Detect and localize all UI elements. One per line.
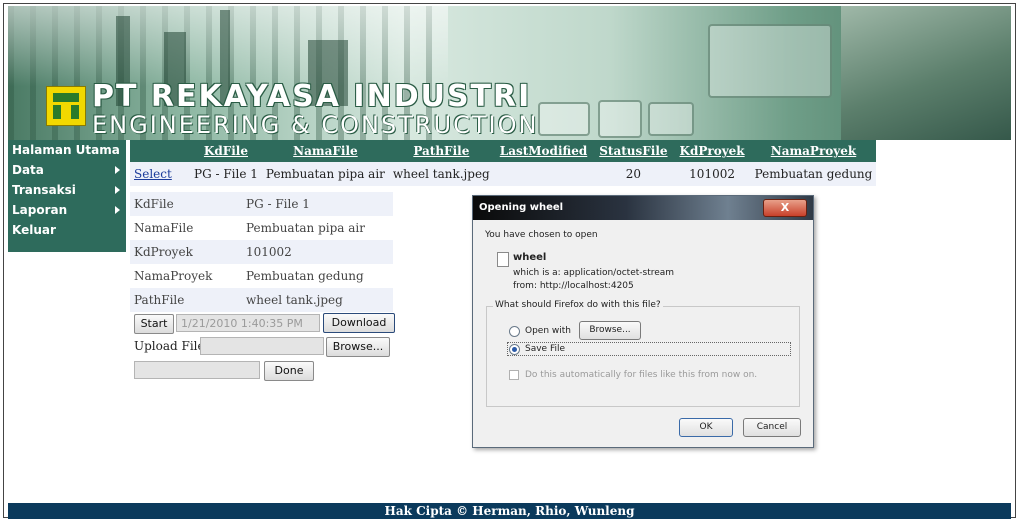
- browse-button[interactable]: Browse...: [326, 337, 390, 357]
- banner-workers-image: [841, 6, 1011, 140]
- upload-status-field[interactable]: [134, 361, 260, 379]
- grid-header-namaproyek[interactable]: NamaProyek: [750, 140, 877, 162]
- open-with-radio[interactable]: [509, 326, 520, 337]
- save-file-label[interactable]: Save File: [525, 344, 565, 354]
- banner-inset-image: [538, 102, 590, 136]
- open-with-label[interactable]: Open with: [525, 326, 571, 336]
- grid-header-kdproyek[interactable]: KdProyek: [673, 140, 751, 162]
- open-file-dialog: Opening wheel X You have chosen to open …: [472, 195, 814, 448]
- grid-header-namafile[interactable]: NamaFile: [261, 140, 389, 162]
- footer-copyright: Hak Cipta © Herman, Rhio, Wunleng: [8, 503, 1011, 519]
- detail-row: PathFile wheel tank.jpeg: [130, 288, 393, 312]
- done-button[interactable]: Done: [264, 361, 314, 381]
- menu-item-transaksi[interactable]: Transaksi: [8, 180, 126, 200]
- company-logo: [46, 86, 86, 126]
- submenu-arrow-icon: [115, 186, 120, 194]
- detail-row: NamaFile Pembuatan pipa air: [130, 216, 393, 240]
- dialog-title: Opening wheel: [473, 196, 813, 220]
- grid-cell-namaproyek: Pembuatan gedung: [750, 162, 877, 186]
- grid-header-lastmodified[interactable]: LastModified: [493, 140, 594, 162]
- dialog-source: from: http://localhost:4205: [513, 281, 634, 291]
- sidebar-menu: Halaman Utama Data Transaksi Laporan Kel…: [8, 140, 126, 252]
- banner-inset-image: [648, 102, 694, 136]
- detail-label: NamaFile: [130, 216, 242, 240]
- grid-header-select: [130, 140, 190, 162]
- detail-value: wheel tank.jpeg: [242, 288, 393, 312]
- detail-label: KdProyek: [130, 240, 242, 264]
- detail-row: NamaProyek Pembuatan gedung: [130, 264, 393, 288]
- banner-inset-image: [598, 100, 642, 138]
- grid-header-statusfile[interactable]: StatusFile: [593, 140, 674, 162]
- menu-item-label: Halaman Utama: [12, 143, 120, 157]
- menu-item-keluar[interactable]: Keluar: [8, 220, 126, 240]
- detail-value: PG - File 1: [242, 192, 393, 216]
- select-link[interactable]: Select: [134, 167, 172, 181]
- menu-item-data[interactable]: Data: [8, 160, 126, 180]
- grid-cell-pathfile: wheel tank.jpeg: [388, 162, 494, 186]
- table-row: Select PG - File 1 Pembuatan pipa air wh…: [130, 162, 877, 186]
- upload-file-label: Upload File: [134, 339, 205, 353]
- upload-file-input[interactable]: [200, 337, 324, 355]
- ok-button[interactable]: OK: [679, 418, 733, 437]
- menu-item-label: Transaksi: [12, 183, 76, 197]
- grid-cell-kdfile: PG - File 1: [190, 162, 262, 186]
- detail-value: Pembuatan gedung: [242, 264, 393, 288]
- grid-cell-statusfile: 20: [593, 162, 674, 186]
- menu-item-halaman-utama[interactable]: Halaman Utama: [8, 140, 126, 160]
- detail-label: NamaProyek: [130, 264, 242, 288]
- file-grid: KdFile NamaFile PathFile LastModified St…: [130, 140, 877, 186]
- banner-machinery-image: [708, 24, 832, 98]
- file-details: KdFile PG - File 1 NamaFile Pembuatan pi…: [130, 192, 393, 312]
- start-button[interactable]: Start: [134, 314, 174, 334]
- menu-item-label: Laporan: [12, 203, 68, 217]
- grid-header-kdfile[interactable]: KdFile: [190, 140, 262, 162]
- dialog-filename: wheel: [513, 252, 547, 263]
- menu-item-label: Keluar: [12, 223, 56, 237]
- submenu-arrow-icon: [115, 206, 120, 214]
- detail-value: 101002: [242, 240, 393, 264]
- auto-action-checkbox[interactable]: [509, 370, 519, 380]
- dialog-intro-text: You have chosen to open: [485, 230, 598, 240]
- save-file-radio[interactable]: [509, 344, 520, 355]
- menu-item-laporan[interactable]: Laporan: [8, 200, 126, 220]
- download-button[interactable]: Download: [323, 313, 395, 333]
- detail-label: KdFile: [130, 192, 242, 216]
- grid-header-pathfile[interactable]: PathFile: [388, 140, 494, 162]
- grid-cell-lastmodified: [493, 162, 594, 186]
- dialog-close-button[interactable]: X: [763, 199, 807, 217]
- company-tagline: ENGINEERING & CONSTRUCTION: [92, 111, 539, 139]
- company-name: PT REKAYASA INDUSTRI: [92, 79, 532, 114]
- dialog-browse-button[interactable]: Browse...: [579, 321, 641, 340]
- detail-row: KdFile PG - File 1: [130, 192, 393, 216]
- cancel-button[interactable]: Cancel: [743, 418, 801, 437]
- auto-action-label: Do this automatically for files like thi…: [525, 370, 758, 380]
- grid-cell-namafile: Pembuatan pipa air: [261, 162, 389, 186]
- detail-value: Pembuatan pipa air: [242, 216, 393, 240]
- file-icon: [497, 252, 509, 267]
- grid-header-row: KdFile NamaFile PathFile LastModified St…: [130, 140, 877, 162]
- timestamp-field[interactable]: 1/21/2010 1:40:35 PM: [176, 314, 320, 332]
- grid-cell-kdproyek: 101002: [673, 162, 751, 186]
- action-groupbox: [486, 306, 800, 407]
- submenu-arrow-icon: [115, 166, 120, 174]
- detail-row: KdProyek 101002: [130, 240, 393, 264]
- grid-cell-select: Select: [130, 162, 190, 186]
- menu-item-label: Data: [12, 163, 44, 177]
- header-banner: PT REKAYASA INDUSTRI ENGINEERING & CONST…: [8, 6, 1011, 140]
- dialog-filetype: which is a: application/octet-stream: [513, 268, 675, 278]
- action-question: What should Firefox do with this file?: [493, 300, 663, 310]
- detail-label: PathFile: [130, 288, 242, 312]
